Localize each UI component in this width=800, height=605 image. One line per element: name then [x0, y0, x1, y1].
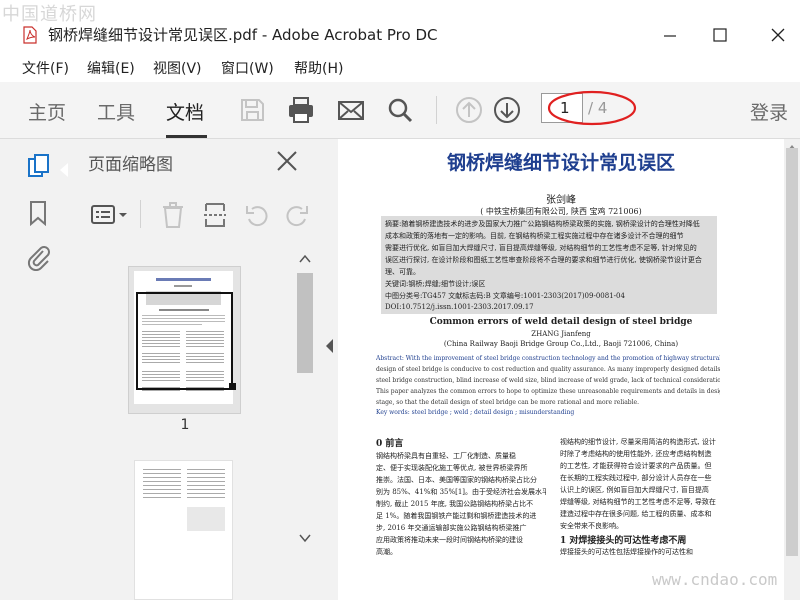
classification-line: 中图分类号:TG457 文献标志码:B 文章编号:1001-2303(2017)… [385, 292, 625, 300]
page-thumbnails-icon[interactable] [26, 152, 52, 182]
right-column-line: 的工艺性, 才能获得符合设计要求的产品质量。但 [560, 462, 712, 470]
close-pane-icon[interactable] [272, 146, 302, 176]
document-author: 张剑峰 [546, 195, 576, 206]
minimize-button[interactable] [655, 22, 685, 48]
attachment-icon[interactable] [26, 243, 50, 271]
section-0-heading: 0 前言 [376, 439, 404, 449]
keywords-line: 关键词:钢桥;焊缝;细节设计;误区 [385, 280, 486, 288]
right-column-line: 在长期的工程实践过程中, 部分设计人员存在一些 [560, 474, 712, 482]
pane-toolbar-divider [140, 200, 141, 228]
visible-region-handle[interactable] [229, 383, 236, 390]
left-column-line: 钢结构桥梁具有自重轻、工厂化制造、质量稳 [376, 452, 516, 460]
pane-collapse-strip[interactable] [320, 139, 338, 600]
english-abstract-line: This paper analyzes the common errors to… [376, 388, 720, 395]
minimize-icon [664, 35, 676, 37]
site-watermark-bottom: www.cndao.com [652, 570, 778, 589]
previous-page-icon[interactable] [453, 94, 485, 126]
abstract-line: 理、可靠。 [385, 268, 420, 276]
abstract-line: 误区进行探讨, 在设计阶段和图纸工艺性审查阶段将不合理的要求和细节进行优化, 使… [385, 256, 702, 264]
email-icon[interactable] [335, 94, 367, 126]
toolbar-divider [436, 96, 437, 124]
thumbnail-2-content [143, 469, 225, 531]
english-author: ZHANG Jianfeng [531, 330, 591, 338]
scroll-down-arrow-icon[interactable] [298, 533, 312, 543]
left-column-line: 高潮。 [376, 548, 397, 556]
right-column-line: 认识上的误区, 例如盲目加大焊缝尺寸, 盲目提高 [560, 486, 709, 494]
next-page-icon[interactable] [491, 94, 523, 126]
visible-region-box[interactable] [136, 292, 233, 390]
rotate-left-icon[interactable] [244, 203, 270, 229]
thumbnail-scroll-thumb[interactable] [297, 273, 313, 373]
tab-document[interactable]: 文档 [166, 98, 204, 125]
tab-tools[interactable]: 工具 [97, 98, 135, 125]
print-icon[interactable] [285, 94, 317, 126]
menu-edit[interactable]: 编辑(E) [87, 58, 135, 78]
english-abstract-line: Abstract: With the improvement of steel … [376, 355, 720, 362]
right-column-line: 建造过程中存在很多问题, 给工程的质量、成本和 [560, 510, 712, 518]
document-title: 钢桥焊缝细节设计常见误区 [446, 152, 675, 174]
abstract-line: 需要进行优化, 如盲目加大焊缝尺寸, 盲目提高焊缝等级, 对结构细节的工艺性考虑… [385, 244, 697, 252]
collapse-pane-arrow-icon[interactable] [324, 338, 334, 354]
search-icon[interactable] [384, 94, 416, 126]
english-affiliation: (China Railway Baoji Bridge Group Co.,Lt… [443, 340, 679, 348]
save-icon[interactable] [236, 94, 268, 126]
right-column-line: 视结构的细节设计, 尽量采用简洁的构造形式, 设计 [560, 438, 716, 446]
window-title: 钢桥焊缝细节设计常见误区.pdf - Adobe Acrobat Pro DC [48, 26, 438, 44]
right-column-line: 焊接接头的可达性包括焊接操作的可达性和 [560, 548, 693, 556]
english-abstract-line: design of steel bridge is conducive to c… [376, 366, 720, 373]
login-button[interactable]: 登录 [750, 98, 788, 125]
delete-page-icon[interactable] [160, 201, 186, 229]
rail-pointer-icon [60, 163, 68, 177]
thumbnail-page-2[interactable] [134, 460, 233, 600]
close-window-button[interactable] [763, 22, 793, 48]
thumbnail-1-label: 1 [180, 417, 190, 433]
maximize-icon [713, 28, 727, 42]
left-column-line: 定、便于实现装配化施工等优点, 被世界桥梁界所 [376, 464, 528, 472]
maximize-button[interactable] [705, 22, 735, 48]
active-tab-indicator [166, 135, 207, 138]
left-column-line: 足 1%。随着我国钢铁产能过剩和钢桥建造技术的进 [376, 512, 537, 520]
red-annotation-ellipse [547, 90, 637, 126]
right-column-line: 时除了考虑结构的使用性能外, 还应考虑结构制造 [560, 450, 712, 458]
menu-window[interactable]: 窗口(W) [221, 58, 274, 78]
english-title: Common errors of weld detail design of s… [429, 317, 693, 327]
close-icon [771, 28, 785, 42]
right-column-line: 安全带来不良影响。 [560, 522, 623, 530]
abstract-line: 摘要:随着钢桥建造技术的进步及国家大力推广公路钢结构桥梁政策的实施, 钢桥梁设计… [385, 220, 700, 228]
menu-help[interactable]: 帮助(H) [294, 58, 343, 78]
english-abstract-line: steel bridge construction, blind increas… [376, 377, 720, 384]
pane-title: 页面缩略图 [88, 155, 173, 175]
extract-pages-icon[interactable] [202, 201, 228, 229]
left-column-line: 应用政策将推动未来一段时间钢结构桥梁的建设 [376, 536, 523, 544]
left-column-line: 制约, 截止 2015 年底, 我国公路钢结构桥梁占比不 [376, 500, 534, 508]
pdf-file-icon [23, 26, 37, 44]
english-keywords: Key words: steel bridge ; weld ; detail … [376, 409, 575, 416]
right-column-line: 焊缝等级, 对结构细节的工艺性考虑不足等, 导致在 [560, 498, 716, 506]
document-scroll-thumb[interactable] [786, 148, 798, 556]
menu-file[interactable]: 文件(F) [22, 58, 69, 78]
left-column-line: 推崇。法国、日本、美国等国家的钢结构桥梁占比分 [376, 476, 537, 484]
thumbnail-options-icon[interactable] [90, 203, 130, 227]
english-abstract-line: stage, so that the detail design of stee… [376, 399, 639, 406]
left-column-line: 别为 85%、41%和 35%[1]。由于受经济社会发展水平 [376, 488, 546, 496]
rotate-right-icon[interactable] [284, 203, 310, 229]
bookmark-icon[interactable] [28, 200, 48, 226]
tab-home[interactable]: 主页 [28, 98, 66, 125]
section-1-heading: 1 对焊接接头的可达性考虑不周 [560, 536, 687, 546]
scroll-up-arrow-icon[interactable] [298, 254, 312, 264]
site-watermark: 中国道桥网 [2, 4, 97, 25]
menu-view[interactable]: 视图(V) [153, 58, 202, 78]
abstract-line: 成本和政策的落地有一定的影响。目前, 在钢结构桥梁工程实施过程中存在诸多设计不合… [385, 232, 684, 240]
doi-line: DOI:10.7512/j.issn.1001-2303.2017.09.17 [385, 303, 534, 311]
left-column-line: 步, 2016 年交通运输部实施公路钢结构桥梁推广 [376, 524, 527, 532]
